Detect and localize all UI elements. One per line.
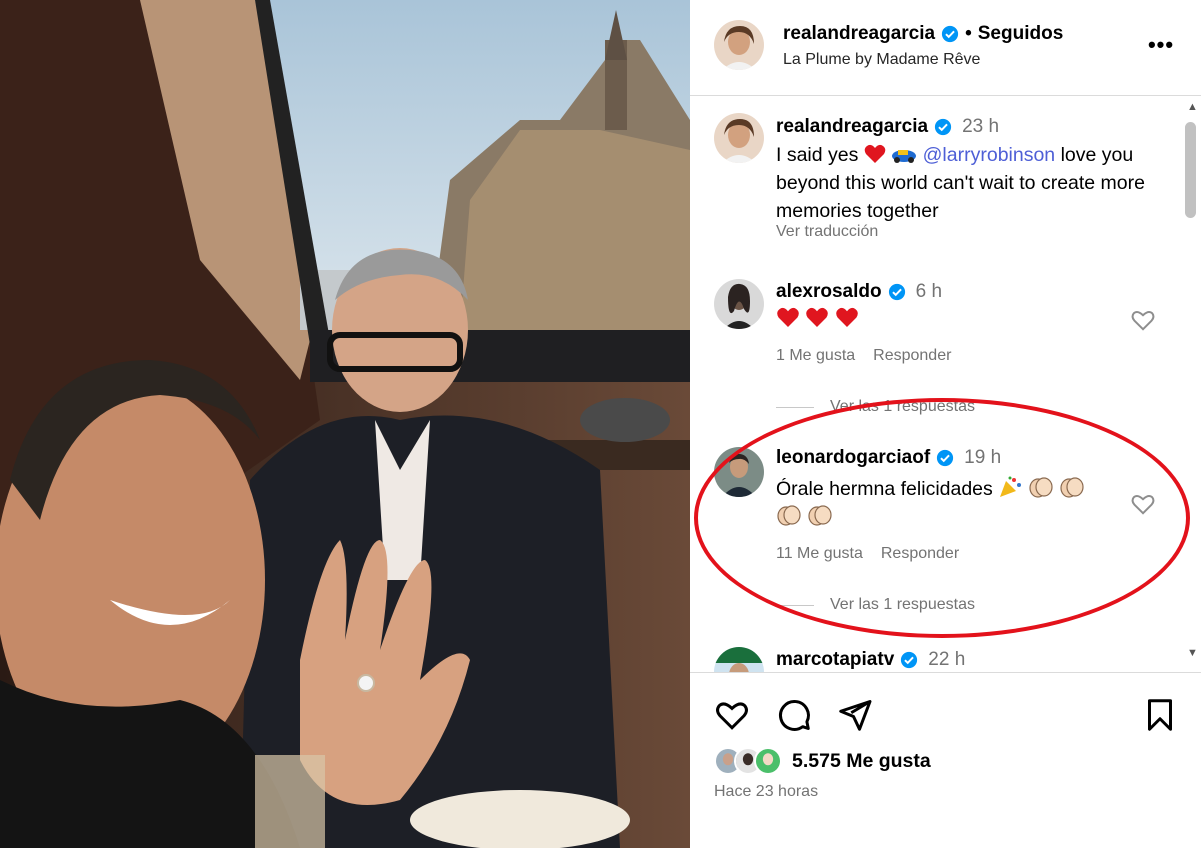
- comment-text-body: Órale hermna felicidades: [776, 478, 993, 500]
- verified-badge-icon: [900, 651, 918, 669]
- verified-badge-icon: [934, 118, 952, 136]
- reply-button[interactable]: Responder: [873, 347, 951, 365]
- post-photo[interactable]: [0, 0, 690, 848]
- share-send-icon[interactable]: [837, 697, 873, 733]
- comment-time: 22 h: [928, 649, 966, 670]
- comment-text: [776, 305, 859, 333]
- replies-divider: [776, 604, 814, 606]
- scroll-up-arrow-icon[interactable]: ▲: [1187, 101, 1198, 113]
- caption-time: 23 h: [962, 116, 1000, 137]
- view-replies-label: Ver las 1 respuestas: [830, 398, 975, 415]
- racing-car-icon: [891, 146, 917, 164]
- author-avatar[interactable]: [714, 20, 764, 70]
- like-heart-icon[interactable]: [714, 697, 750, 733]
- like-comment-heart-icon[interactable]: [1130, 491, 1156, 517]
- commenter-avatar[interactable]: [714, 279, 764, 329]
- author-username[interactable]: realandreagarcia: [783, 23, 935, 45]
- comment-item: marcotapiatv 22 h: [690, 645, 1180, 672]
- post-side-panel: realandreagarcia • Seguidos La Plume by …: [690, 0, 1201, 848]
- commenter-username[interactable]: marcotapiatv: [776, 649, 894, 671]
- scrollbar-thumb[interactable]: [1185, 122, 1196, 218]
- comment-like-count[interactable]: 1 Me gusta: [776, 347, 855, 365]
- see-translation-link[interactable]: Ver traducción: [776, 223, 878, 241]
- red-heart-icon: [776, 307, 800, 328]
- commenter-username[interactable]: leonardogarciaof: [776, 447, 930, 469]
- comment-time: 6 h: [915, 281, 943, 302]
- comment-item: leonardogarciaof 19 h Órale hermna felic…: [690, 447, 1180, 647]
- mention-link[interactable]: @larryrobinson: [923, 144, 1056, 166]
- comment-bubble-icon[interactable]: [776, 697, 812, 733]
- reply-button[interactable]: Responder: [881, 545, 959, 563]
- post-header: realandreagarcia • Seguidos La Plume by …: [690, 0, 1201, 96]
- view-replies-label: Ver las 1 respuestas: [830, 596, 975, 613]
- comments-list: realandreagarcia 23 h I said yes @larryr…: [690, 97, 1201, 672]
- comment-like-count[interactable]: 11 Me gusta: [776, 545, 863, 563]
- comment-text: Órale hermna felicidades: [776, 475, 1116, 531]
- verified-badge-icon: [888, 283, 906, 301]
- commenter-avatar[interactable]: [714, 647, 764, 672]
- caption-text: I said yes @larryrobinson love you beyon…: [776, 141, 1156, 225]
- comment-time: 19 h: [964, 447, 1002, 468]
- party-popper-icon: [998, 476, 1022, 498]
- comment-item: alexrosaldo 6 h 1 Me gusta Responder Ver…: [690, 267, 1180, 467]
- liker-avatar: [754, 747, 782, 775]
- post-photo-image: [0, 0, 690, 848]
- comments-scrollbar[interactable]: ▲ ▼: [1180, 97, 1201, 672]
- clapping-hands-icon: [776, 504, 802, 526]
- like-comment-heart-icon[interactable]: [1130, 307, 1156, 333]
- save-bookmark-icon[interactable]: [1142, 697, 1178, 733]
- post-timestamp: Hace 23 horas: [714, 783, 819, 800]
- commenter-avatar[interactable]: [714, 447, 764, 497]
- verified-badge-icon: [941, 25, 959, 43]
- clapping-hands-icon: [1028, 476, 1054, 498]
- post-actions-footer: 5.575 Me gusta Hace 23 horas: [690, 672, 1201, 848]
- red-heart-icon: [864, 144, 886, 164]
- post-location[interactable]: La Plume by Madame Rêve: [783, 51, 980, 69]
- caption-username[interactable]: realandreagarcia: [776, 116, 928, 138]
- scroll-down-arrow-icon[interactable]: ▼: [1187, 647, 1198, 659]
- post-caption: realandreagarcia 23 h I said yes @larryr…: [690, 97, 1180, 267]
- commenter-username[interactable]: alexrosaldo: [776, 281, 882, 303]
- view-replies-link[interactable]: Ver las 1 respuestas: [776, 596, 975, 614]
- verified-badge-icon: [936, 449, 954, 467]
- clapping-hands-icon: [1059, 476, 1085, 498]
- red-heart-icon: [835, 307, 859, 328]
- caption-avatar[interactable]: [714, 113, 764, 163]
- replies-divider: [776, 406, 814, 408]
- clapping-hands-icon: [807, 504, 833, 526]
- caption-text-start: I said yes: [776, 144, 859, 166]
- header-separator: •: [965, 23, 972, 44]
- follow-status-button[interactable]: Seguidos: [978, 23, 1064, 45]
- red-heart-icon: [805, 307, 829, 328]
- post-like-count[interactable]: 5.575 Me gusta: [792, 750, 931, 773]
- likes-summary[interactable]: 5.575 Me gusta: [714, 747, 931, 775]
- more-options-icon[interactable]: •••: [1146, 30, 1176, 60]
- view-replies-link[interactable]: Ver las 1 respuestas: [776, 398, 975, 416]
